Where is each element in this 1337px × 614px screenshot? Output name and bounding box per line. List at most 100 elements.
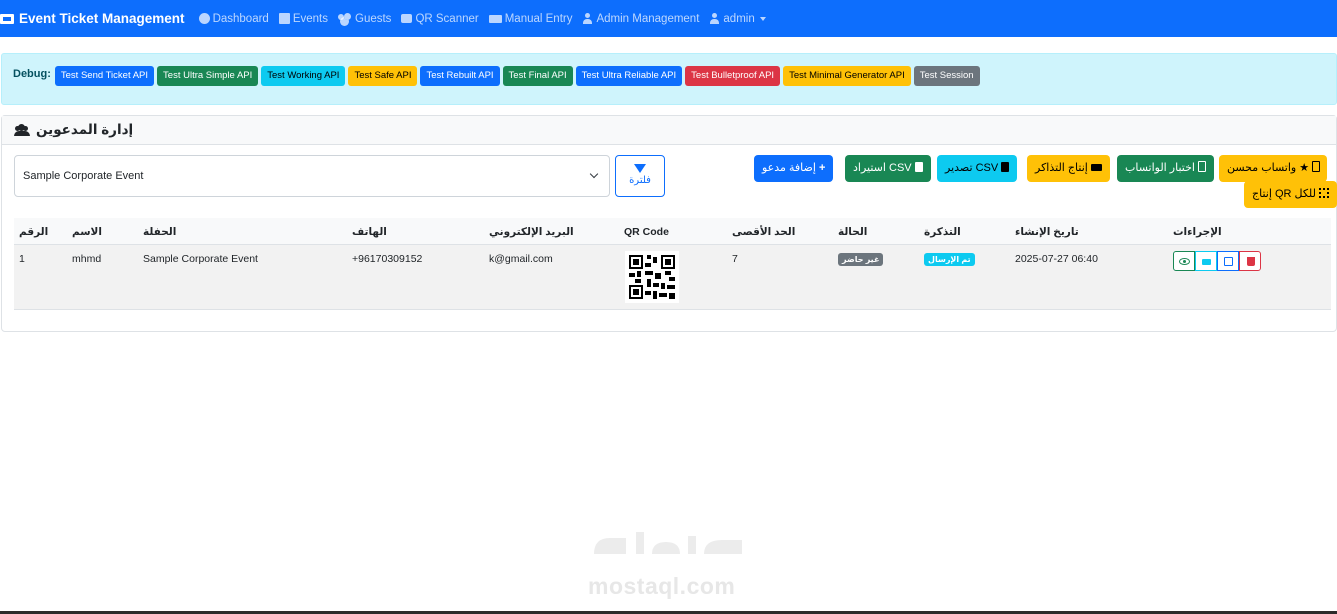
event-select[interactable]: Sample Corporate Event xyxy=(14,155,610,197)
cell-email: k@gmail.com xyxy=(489,253,553,265)
nav-guests-label: Guests xyxy=(355,12,392,25)
test-working-button[interactable]: Test Working API xyxy=(261,66,346,86)
whatsapp-icon xyxy=(1198,161,1207,172)
nav-admin-management[interactable]: Admin Management xyxy=(582,13,699,25)
nav-dashboard-label: Dashboard xyxy=(212,12,269,25)
nav-dashboard[interactable]: Dashboard xyxy=(198,12,269,25)
table-header: الرقم الاسم الحفلة الهاتف البريد الإلكتر… xyxy=(14,218,1331,245)
filter-label: فلترة xyxy=(629,175,651,186)
add-guest-label: إضافة مدعو xyxy=(762,162,816,174)
th-created: تاريخ الإنشاء xyxy=(1015,226,1079,238)
status-badge: غير حاضر xyxy=(838,253,884,266)
card-header: إدارة المدعوين xyxy=(2,116,1336,145)
debug-alert: Debug: Test Send Ticket API Test Ultra S… xyxy=(1,53,1337,105)
th-ticket: التذكرة xyxy=(924,226,961,238)
file-export-icon xyxy=(1001,162,1010,172)
th-name: الاسم xyxy=(72,226,102,238)
delete-button[interactable] xyxy=(1239,251,1261,271)
event-select-value: Sample Corporate Event xyxy=(23,170,144,182)
top-navbar: Event Ticket Management Dashboard Events… xyxy=(0,0,1337,37)
nav-events-label: Events xyxy=(292,12,328,25)
th-status: الحالة xyxy=(838,226,868,238)
phone-icon xyxy=(1312,161,1321,172)
nav-qr-scanner[interactable]: QR Scanner xyxy=(401,12,479,25)
ticket-badge: تم الإرسال xyxy=(924,253,975,266)
cell-phone: +96170309152 xyxy=(352,253,423,265)
users-group-icon xyxy=(14,124,30,136)
whatsapp-enhanced-label: واتساب محسن xyxy=(1227,162,1297,174)
export-csv-label: تصدير CSV xyxy=(945,162,999,174)
nav-qr-scanner-label: QR Scanner xyxy=(415,12,479,25)
edit-icon xyxy=(1224,257,1233,266)
test-whatsapp-label: اختبار الواتساب xyxy=(1125,162,1195,174)
th-num: الرقم xyxy=(19,226,49,238)
ticket-icon xyxy=(1202,259,1211,265)
test-ultra-simple-button[interactable]: Test Ultra Simple API xyxy=(157,66,259,86)
nav-guests[interactable]: Guests xyxy=(338,13,391,25)
import-csv-button[interactable]: استيراد CSV xyxy=(845,155,931,182)
test-session-button[interactable]: Test Session xyxy=(913,66,980,86)
test-minimal-generator-button[interactable]: Test Minimal Generator API xyxy=(783,66,911,86)
cell-num: 1 xyxy=(19,253,25,265)
test-send-ticket-button[interactable]: Test Send Ticket API xyxy=(54,66,155,86)
gauge-icon xyxy=(198,13,210,24)
cell-max: 7 xyxy=(732,253,738,265)
mostaql-logo-mark xyxy=(594,532,742,554)
test-whatsapp-button[interactable]: اختبار الواتساب xyxy=(1117,155,1215,182)
generate-tickets-button[interactable]: إنتاج التذاكر xyxy=(1027,155,1110,182)
ticket-icon xyxy=(0,13,14,24)
nav-admin-management-label: Admin Management xyxy=(596,12,700,25)
filter-button[interactable]: فلترة xyxy=(615,155,665,197)
camera-icon xyxy=(401,14,413,23)
edit-button[interactable] xyxy=(1217,251,1239,271)
th-phone: الهاتف xyxy=(352,226,387,238)
caret-down-icon xyxy=(759,16,766,21)
keyboard-icon xyxy=(488,14,502,23)
brand-link[interactable]: Event Ticket Management xyxy=(0,11,185,26)
eye-pupil xyxy=(1183,260,1186,263)
star-icon: ★ xyxy=(1299,162,1310,174)
filter-icon xyxy=(634,164,646,173)
whatsapp-enhanced-button[interactable]: واتساب محسن ★ xyxy=(1219,155,1327,182)
test-bulletproof-button[interactable]: Test Bulletproof API xyxy=(685,66,781,86)
import-csv-label: استيراد CSV xyxy=(853,162,912,174)
user-cog-icon xyxy=(582,13,593,24)
generate-qr-all-button[interactable]: إنتاج QR للكل xyxy=(1244,181,1337,208)
table-row: 1 mhmd Sample Corporate Event +961703091… xyxy=(14,245,1331,310)
th-event: الحفلة xyxy=(143,226,177,238)
th-max: الحد الأقصى xyxy=(732,226,796,238)
cell-name: mhmd xyxy=(72,253,102,265)
nav-manual-entry[interactable]: Manual Entry xyxy=(488,12,573,25)
users-icon xyxy=(338,13,352,24)
qr-code-graphic xyxy=(629,255,675,299)
nav-events[interactable]: Events xyxy=(278,12,328,25)
debug-label: Debug: xyxy=(13,68,51,80)
test-final-button[interactable]: Test Final API xyxy=(502,66,573,86)
th-actions: الإجراءات xyxy=(1173,226,1222,238)
th-email: البريد الإلكتروني xyxy=(489,226,574,238)
qrcode-icon xyxy=(1318,188,1329,198)
qr-code-image[interactable] xyxy=(625,251,679,303)
brand-title: Event Ticket Management xyxy=(19,11,185,26)
watermark-text: mostaql.com xyxy=(588,573,736,599)
calendar-icon xyxy=(278,13,290,24)
cell-created: 2025-07-27 06:40 xyxy=(1015,253,1098,265)
view-button[interactable] xyxy=(1173,251,1195,271)
test-rebuilt-button[interactable]: Test Rebuilt API xyxy=(420,66,500,86)
add-guest-button[interactable]: إضافة مدعو + xyxy=(754,155,834,182)
nav-user-label: admin xyxy=(723,12,755,25)
guests-card: إدارة المدعوين Sample Corporate Event فل… xyxy=(1,115,1337,332)
nav-manual-entry-label: Manual Entry xyxy=(504,12,573,25)
user-icon xyxy=(709,13,720,24)
test-safe-button[interactable]: Test Safe API xyxy=(348,66,418,86)
generate-tickets-label: إنتاج التذاكر xyxy=(1035,162,1088,174)
test-ultra-reliable-button[interactable]: Test Ultra Reliable API xyxy=(575,66,683,86)
plus-icon: + xyxy=(818,162,826,174)
send-ticket-button[interactable] xyxy=(1195,251,1217,271)
ticket-icon xyxy=(1090,164,1102,171)
cell-event: Sample Corporate Event xyxy=(143,253,258,265)
trash-icon xyxy=(1247,257,1255,266)
export-csv-button[interactable]: تصدير CSV xyxy=(937,155,1018,182)
nav-user-dropdown[interactable]: admin xyxy=(709,12,766,25)
page-title: إدارة المدعوين xyxy=(36,122,134,137)
